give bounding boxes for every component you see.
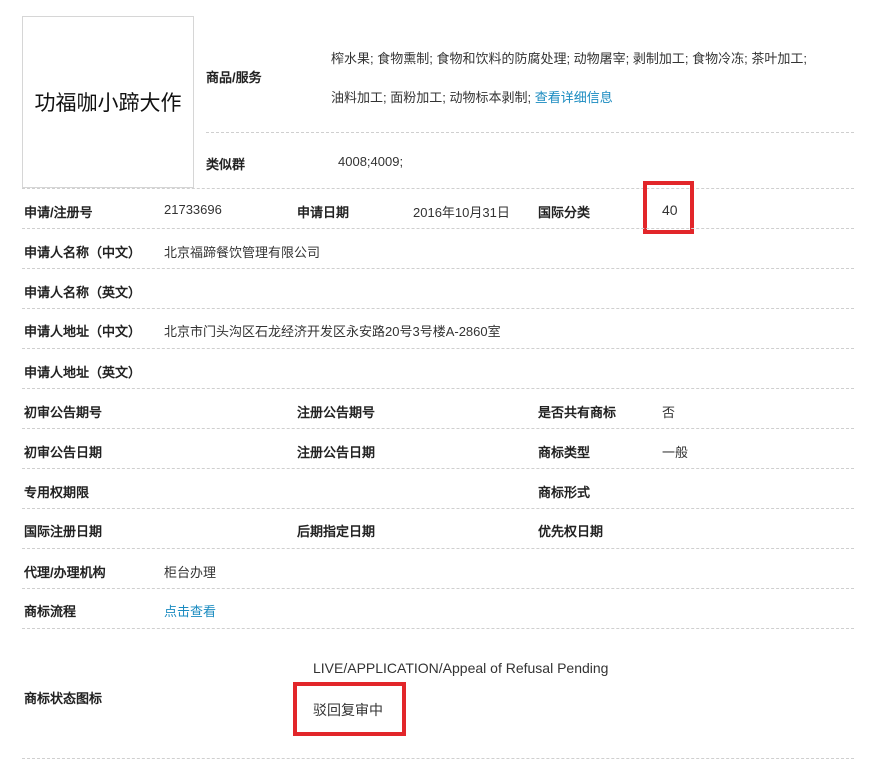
mark-type-label: 商标类型 xyxy=(538,445,591,460)
reg-number-label: 申请/注册号 xyxy=(24,205,93,220)
highlight-box-status xyxy=(293,682,406,736)
intl-class-label: 国际分类 xyxy=(538,205,591,220)
priority-date-label: 优先权日期 xyxy=(538,524,604,539)
divider xyxy=(22,268,854,269)
divider xyxy=(22,468,854,469)
divider xyxy=(206,132,854,133)
prelim-date-label: 初审公告日期 xyxy=(24,445,103,460)
prelim-issue-label: 初审公告期号 xyxy=(24,405,103,420)
divider xyxy=(22,228,854,229)
goods-line-2: 油料加工; 面粉加工; 动物标本剥制; 查看详细信息 xyxy=(331,87,613,106)
mark-type-value: 一般 xyxy=(662,445,689,460)
highlight-box-intl-class xyxy=(643,181,694,234)
divider xyxy=(22,628,854,629)
applicant-en-label: 申请人名称（英文） xyxy=(24,285,142,300)
shared-mark-label: 是否共有商标 xyxy=(538,405,617,420)
divider xyxy=(22,588,854,589)
status-english: LIVE/APPLICATION/Appeal of Refusal Pendi… xyxy=(313,660,609,676)
address-cn-value: 北京市门头沟区石龙经济开发区永安路20号3号楼A-2860室 xyxy=(164,324,501,339)
goods-label: 商品/服务 xyxy=(206,70,262,85)
goods-line-1: 榨水果; 食物熏制; 食物和饮料的防腐处理; 动物屠宰; 剥制加工; 食物冷冻;… xyxy=(331,51,807,66)
later-designation-label: 后期指定日期 xyxy=(297,524,376,539)
reg-date-label: 注册公告日期 xyxy=(297,445,376,460)
similar-group-label: 类似群 xyxy=(206,157,246,172)
shared-mark-value: 否 xyxy=(662,405,676,420)
divider xyxy=(22,348,854,349)
process-label: 商标流程 xyxy=(24,604,77,619)
mark-form-label: 商标形式 xyxy=(538,485,591,500)
intl-reg-date-label: 国际注册日期 xyxy=(24,524,103,539)
divider xyxy=(22,548,854,549)
applicant-cn-value: 北京福蹄餐饮管理有限公司 xyxy=(164,245,321,260)
divider xyxy=(22,758,854,759)
exclusive-period-label: 专用权期限 xyxy=(24,485,90,500)
applicant-cn-label: 申请人名称（中文） xyxy=(24,245,142,260)
status-label: 商标状态图标 xyxy=(24,691,103,706)
trademark-image: 功福咖小蹄大作 xyxy=(22,16,194,188)
address-cn-label: 申请人地址（中文） xyxy=(24,324,142,339)
view-process-link[interactable]: 点击查看 xyxy=(164,601,216,620)
app-date-label: 申请日期 xyxy=(297,205,350,220)
divider xyxy=(22,388,854,389)
view-details-link[interactable]: 查看详细信息 xyxy=(535,90,613,105)
divider xyxy=(22,308,854,309)
divider xyxy=(22,428,854,429)
divider xyxy=(22,188,854,189)
reg-number-value: 21733696 xyxy=(164,202,222,217)
address-en-label: 申请人地址（英文） xyxy=(24,365,142,380)
reg-issue-label: 注册公告期号 xyxy=(297,405,376,420)
similar-group-value: 4008;4009; xyxy=(338,154,404,169)
app-date-value: 2016年10月31日 xyxy=(413,205,510,220)
goods-line-2-text: 油料加工; 面粉加工; 动物标本剥制; xyxy=(331,90,532,105)
agent-value: 柜台办理 xyxy=(164,565,217,580)
agent-label: 代理/办理机构 xyxy=(24,565,106,580)
trademark-logo-text: 功福咖小蹄大作 xyxy=(34,91,182,115)
divider xyxy=(22,508,854,509)
